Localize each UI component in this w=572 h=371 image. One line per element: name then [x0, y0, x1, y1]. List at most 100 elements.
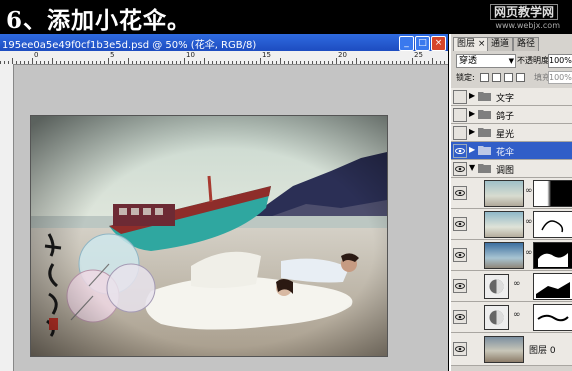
eye-icon[interactable] [453, 186, 467, 200]
blend-mode-select[interactable]: 穿透 ▼ [456, 54, 516, 68]
ruler-tick [272, 61, 273, 64]
tab-layers[interactable]: 图层 × [453, 37, 490, 51]
lock-position-icon[interactable] [504, 73, 513, 82]
eye-icon[interactable] [453, 248, 467, 262]
ruler-tick [316, 61, 317, 64]
ruler-tick [208, 61, 209, 64]
opacity-input[interactable]: 100% [548, 54, 572, 68]
tab-channels[interactable]: 通道 [487, 37, 514, 51]
collapse-triangle-icon[interactable]: ▼ [469, 163, 475, 172]
layer-group-doves[interactable]: ▶ 鸽子 [451, 106, 572, 124]
layer-adjustment-1[interactable]: ∞ [451, 178, 572, 209]
expand-triangle-icon[interactable]: ▶ [469, 109, 475, 118]
ruler-tick [304, 61, 305, 64]
layer-adjustment-4[interactable]: ∞ [451, 271, 572, 302]
chain-link-icon[interactable]: ∞ [513, 310, 521, 320]
chevron-down-icon: ▼ [508, 57, 514, 65]
ruler-tick [280, 58, 281, 64]
ruler-tick [180, 61, 181, 64]
canvas-photo[interactable] [30, 115, 388, 357]
ruler-tick [340, 61, 341, 64]
ruler-tick [100, 61, 101, 64]
maximize-button[interactable]: □ [415, 36, 430, 51]
expand-triangle-icon[interactable]: ▶ [469, 127, 475, 136]
expand-triangle-icon[interactable]: ▶ [469, 145, 475, 154]
layer-group-adjust[interactable]: ▼ 调图 [451, 160, 572, 178]
folder-icon [478, 110, 491, 119]
chain-link-icon[interactable]: ∞ [525, 186, 533, 196]
vertical-ruler [0, 64, 14, 371]
layer-group-umbrella[interactable]: ▶ 花伞 [451, 142, 572, 160]
watermark-logo: 网页教学网 [489, 4, 558, 20]
ruler-tick [264, 61, 265, 64]
eye-icon[interactable] [453, 162, 467, 176]
layer-adjustment-3[interactable]: ∞ [451, 240, 572, 271]
ruler-tick [188, 61, 189, 64]
horizontal-ruler: 051015202530 [0, 51, 448, 65]
layer-mask-thumbnail[interactable] [533, 242, 572, 269]
ruler-tick [420, 61, 421, 64]
eye-icon[interactable] [453, 310, 467, 324]
visibility-toggle[interactable] [453, 126, 467, 140]
ruler-tick [436, 61, 437, 64]
ruler-tick [352, 61, 353, 64]
chain-link-icon[interactable]: ∞ [513, 279, 521, 289]
layer-mask-thumbnail[interactable] [533, 211, 572, 238]
layer-adjustment-2[interactable]: ∞ [451, 209, 572, 240]
lock-transparency-icon[interactable] [480, 73, 489, 82]
eye-icon[interactable] [453, 144, 467, 158]
levels-adjustment-icon[interactable] [484, 305, 509, 330]
ruler-number: 10 [186, 51, 195, 59]
ruler-tick [400, 61, 401, 64]
ruler-tick [292, 61, 293, 64]
layer-adjustment-5[interactable]: ∞ [451, 302, 572, 333]
step-title: 6、添加小花伞。 [6, 7, 192, 34]
ruler-tick [312, 61, 313, 64]
ruler-tick [92, 61, 93, 64]
ruler-tick [192, 61, 193, 64]
visibility-toggle[interactable] [453, 108, 467, 122]
ruler-tick [88, 61, 89, 64]
ruler-tick [320, 61, 321, 64]
ruler-tick [120, 61, 121, 64]
ruler-tick [76, 61, 77, 64]
visibility-toggle[interactable] [453, 90, 467, 104]
chain-link-icon[interactable]: ∞ [525, 217, 533, 227]
layer-group-text[interactable]: ▶ 文字 [451, 88, 572, 106]
ruler-tick [204, 58, 205, 64]
minimize-button[interactable]: _ [399, 36, 414, 51]
ruler-tick [116, 61, 117, 64]
layer-name: 文字 [496, 94, 515, 104]
ruler-tick [84, 61, 85, 64]
levels-adjustment-icon[interactable] [484, 274, 509, 299]
layer-thumbnail [484, 336, 524, 363]
layer-mask-thumbnail[interactable] [533, 273, 572, 300]
chain-link-icon[interactable]: ∞ [525, 248, 533, 258]
lock-all-icon[interactable] [516, 73, 525, 82]
close-button[interactable]: × [431, 36, 446, 51]
ruler-tick [64, 61, 65, 64]
ruler-tick [356, 58, 357, 64]
tab-close-icon[interactable]: × [478, 39, 486, 49]
eye-icon[interactable] [453, 342, 467, 356]
layer-image-0[interactable]: 图层 0 [451, 333, 572, 366]
ruler-tick [416, 61, 417, 64]
ruler-tick [348, 61, 349, 64]
ruler-tick [232, 61, 233, 64]
layer-group-starlight[interactable]: ▶ 星光 [451, 124, 572, 142]
lock-fill-row: 锁定: 填充: 100% [451, 71, 572, 85]
fill-input[interactable]: 100% [548, 71, 572, 84]
ruler-tick [240, 61, 241, 64]
expand-triangle-icon[interactable]: ▶ [469, 91, 475, 100]
tab-paths[interactable]: 路径 [513, 37, 540, 51]
eye-icon[interactable] [453, 279, 467, 293]
layer-mask-thumbnail[interactable] [533, 180, 572, 207]
folder-icon [478, 146, 491, 155]
lock-image-icon[interactable] [492, 73, 501, 82]
ruler-tick [328, 61, 329, 64]
layer-mask-thumbnail[interactable] [533, 304, 572, 331]
ruler-tick [196, 61, 197, 64]
ruler-tick [32, 58, 33, 64]
document-titlebar[interactable]: 195ee0a5e49f0cf1b3e5d.psd @ 50% (花伞, RGB… [0, 34, 448, 51]
eye-icon[interactable] [453, 217, 467, 231]
